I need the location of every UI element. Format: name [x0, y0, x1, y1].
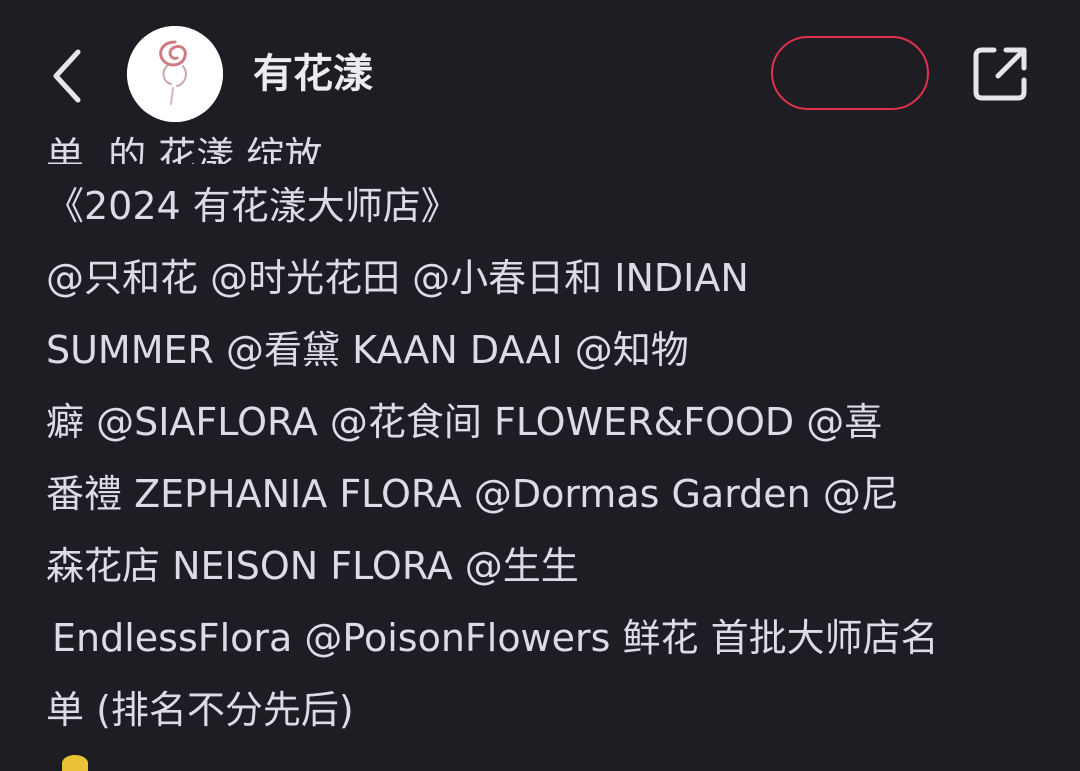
post-line-mentions[interactable]: @只和花 @时光花田 @小春日和 INDIAN: [46, 242, 1046, 314]
post-line-mentions[interactable]: 番禮 ZEPHANIA FLORA @Dormas Garden @尼: [46, 458, 1046, 530]
post-line-mentions[interactable]: 森花店 NEISON FLORA @生生: [46, 530, 1046, 602]
emoji-icon: [62, 755, 88, 771]
account-name[interactable]: 有花漾: [253, 48, 373, 100]
chevron-left-icon: [53, 49, 81, 103]
post-line: 单 (排名不分先后): [46, 688, 354, 732]
back-button[interactable]: [44, 44, 92, 108]
post-body: 单, 的 花漾 绽放 《2024 有花漾大师店》 @只和花 @时光花田 @小春日…: [46, 126, 1046, 746]
share-external-icon: [973, 47, 1027, 101]
post-line-mentions[interactable]: EndlessFlora @PoisonFlowers 鲜花 首批大师店名: [46, 602, 1046, 674]
avatar[interactable]: [127, 26, 223, 122]
share-button[interactable]: [968, 42, 1032, 106]
post-line-partial: 单, 的 花漾 绽放: [46, 134, 323, 164]
post-line-mentions[interactable]: SUMMER @看黛 KAAN DAAI @知物: [46, 314, 1046, 386]
rose-logo-icon: [127, 26, 223, 122]
post-line: 《2024 有花漾大师店》: [46, 184, 459, 228]
follow-button[interactable]: [771, 36, 929, 110]
post-line-mentions[interactable]: 癖 @SIAFLORA @花食间 FLOWER&FOOD @喜: [46, 386, 1046, 458]
